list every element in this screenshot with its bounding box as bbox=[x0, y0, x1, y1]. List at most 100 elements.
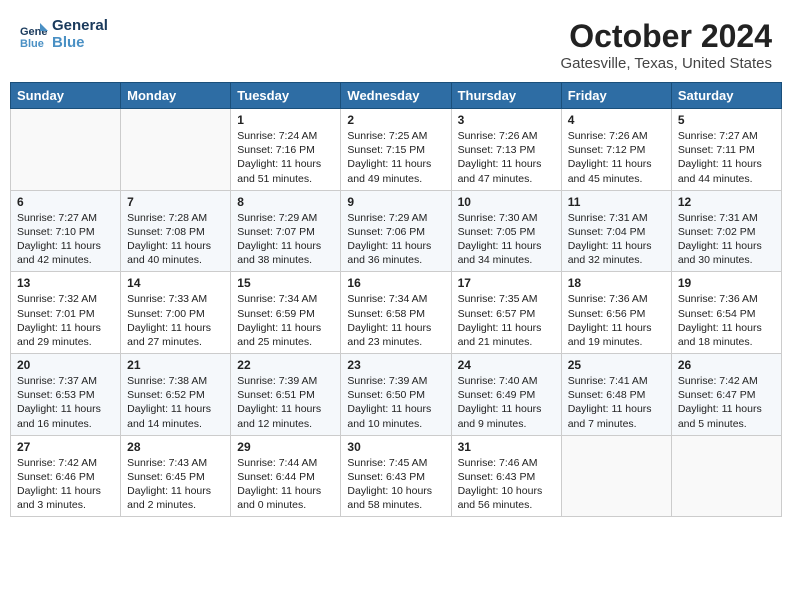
calendar-cell: 2 Sunrise: 7:25 AM Sunset: 7:15 PM Daylig… bbox=[341, 109, 451, 191]
day-number: 29 bbox=[237, 440, 334, 454]
day-info: Sunrise: 7:41 AM Sunset: 6:48 PM Dayligh… bbox=[568, 374, 665, 431]
calendar-cell: 28 Sunrise: 7:43 AM Sunset: 6:45 PM Dayli… bbox=[121, 435, 231, 517]
day-info: Sunrise: 7:28 AM Sunset: 7:08 PM Dayligh… bbox=[127, 211, 224, 268]
day-info: Sunrise: 7:40 AM Sunset: 6:49 PM Dayligh… bbox=[458, 374, 555, 431]
day-number: 11 bbox=[568, 195, 665, 209]
day-info: Sunrise: 7:25 AM Sunset: 7:15 PM Dayligh… bbox=[347, 129, 444, 186]
day-number: 25 bbox=[568, 358, 665, 372]
calendar-week-row: 6 Sunrise: 7:27 AM Sunset: 7:10 PM Daylig… bbox=[11, 190, 782, 272]
day-number: 12 bbox=[678, 195, 775, 209]
day-number: 15 bbox=[237, 276, 334, 290]
day-number: 19 bbox=[678, 276, 775, 290]
calendar-cell: 31 Sunrise: 7:46 AM Sunset: 6:43 PM Dayli… bbox=[451, 435, 561, 517]
logo-icon: General Blue bbox=[20, 21, 48, 49]
calendar-cell: 6 Sunrise: 7:27 AM Sunset: 7:10 PM Daylig… bbox=[11, 190, 121, 272]
weekday-header: Wednesday bbox=[341, 83, 451, 109]
day-number: 20 bbox=[17, 358, 114, 372]
weekday-header: Sunday bbox=[11, 83, 121, 109]
day-info: Sunrise: 7:29 AM Sunset: 7:07 PM Dayligh… bbox=[237, 211, 334, 268]
calendar-cell: 30 Sunrise: 7:45 AM Sunset: 6:43 PM Dayli… bbox=[341, 435, 451, 517]
day-number: 27 bbox=[17, 440, 114, 454]
calendar-cell: 12 Sunrise: 7:31 AM Sunset: 7:02 PM Dayli… bbox=[671, 190, 781, 272]
calendar-cell: 3Sunrise: 7:26 AM Sunset: 7:13 PM Daylig… bbox=[451, 109, 561, 191]
day-info: Sunrise: 7:36 AM Sunset: 6:56 PM Dayligh… bbox=[568, 292, 665, 349]
calendar-cell: 24 Sunrise: 7:40 AM Sunset: 6:49 PM Dayli… bbox=[451, 354, 561, 436]
page-header: General Blue General Blue October 2024 G… bbox=[10, 10, 782, 76]
header-row: SundayMondayTuesdayWednesdayThursdayFrid… bbox=[11, 83, 782, 109]
day-info: Sunrise: 7:42 AM Sunset: 6:47 PM Dayligh… bbox=[678, 374, 775, 431]
calendar-table: SundayMondayTuesdayWednesdayThursdayFrid… bbox=[10, 82, 782, 517]
calendar-cell: 21 Sunrise: 7:38 AM Sunset: 6:52 PM Dayli… bbox=[121, 354, 231, 436]
day-info: Sunrise: 7:24 AM Sunset: 7:16 PM Dayligh… bbox=[237, 129, 334, 186]
day-info: Sunrise: 7:44 AM Sunset: 6:44 PM Dayligh… bbox=[237, 456, 334, 513]
day-number: 30 bbox=[347, 440, 444, 454]
day-info: Sunrise: 7:45 AM Sunset: 6:43 PM Dayligh… bbox=[347, 456, 444, 513]
calendar-cell: 16Sunrise: 7:34 AM Sunset: 6:58 PM Dayli… bbox=[341, 272, 451, 354]
day-info: Sunrise: 7:46 AM Sunset: 6:43 PM Dayligh… bbox=[458, 456, 555, 513]
day-number: 6 bbox=[17, 195, 114, 209]
day-number: 28 bbox=[127, 440, 224, 454]
calendar-cell: 14Sunrise: 7:33 AM Sunset: 7:00 PM Dayli… bbox=[121, 272, 231, 354]
calendar-week-row: 20 Sunrise: 7:37 AM Sunset: 6:53 PM Dayli… bbox=[11, 354, 782, 436]
day-info: Sunrise: 7:27 AM Sunset: 7:11 PM Dayligh… bbox=[678, 129, 775, 186]
day-number: 17 bbox=[458, 276, 555, 290]
calendar-cell: 29 Sunrise: 7:44 AM Sunset: 6:44 PM Dayli… bbox=[231, 435, 341, 517]
day-info: Sunrise: 7:42 AM Sunset: 6:46 PM Dayligh… bbox=[17, 456, 114, 513]
calendar-cell: 20 Sunrise: 7:37 AM Sunset: 6:53 PM Dayli… bbox=[11, 354, 121, 436]
calendar-cell bbox=[121, 109, 231, 191]
calendar-cell: 15 Sunrise: 7:34 AM Sunset: 6:59 PM Dayli… bbox=[231, 272, 341, 354]
day-number: 10 bbox=[458, 195, 555, 209]
calendar-cell: 8 Sunrise: 7:29 AM Sunset: 7:07 PM Daylig… bbox=[231, 190, 341, 272]
day-number: 26 bbox=[678, 358, 775, 372]
calendar-cell: 19 Sunrise: 7:36 AM Sunset: 6:54 PM Dayli… bbox=[671, 272, 781, 354]
day-info: Sunrise: 7:36 AM Sunset: 6:54 PM Dayligh… bbox=[678, 292, 775, 349]
day-number: 5 bbox=[678, 113, 775, 127]
day-info: Sunrise: 7:31 AM Sunset: 7:02 PM Dayligh… bbox=[678, 211, 775, 268]
day-number: 24 bbox=[458, 358, 555, 372]
day-info: Sunrise: 7:31 AM Sunset: 7:04 PM Dayligh… bbox=[568, 211, 665, 268]
calendar-cell: 22Sunrise: 7:39 AM Sunset: 6:51 PM Dayli… bbox=[231, 354, 341, 436]
weekday-header: Monday bbox=[121, 83, 231, 109]
day-info: Sunrise: 7:39 AM Sunset: 6:50 PM Dayligh… bbox=[347, 374, 444, 431]
calendar-cell: 5 Sunrise: 7:27 AM Sunset: 7:11 PM Daylig… bbox=[671, 109, 781, 191]
day-number: 16 bbox=[347, 276, 444, 290]
calendar-cell: 9Sunrise: 7:29 AM Sunset: 7:06 PM Daylig… bbox=[341, 190, 451, 272]
day-info: Sunrise: 7:37 AM Sunset: 6:53 PM Dayligh… bbox=[17, 374, 114, 431]
calendar-cell: 26 Sunrise: 7:42 AM Sunset: 6:47 PM Dayli… bbox=[671, 354, 781, 436]
day-info: Sunrise: 7:27 AM Sunset: 7:10 PM Dayligh… bbox=[17, 211, 114, 268]
day-info: Sunrise: 7:38 AM Sunset: 6:52 PM Dayligh… bbox=[127, 374, 224, 431]
calendar-cell: 1 Sunrise: 7:24 AM Sunset: 7:16 PM Daylig… bbox=[231, 109, 341, 191]
calendar-cell bbox=[561, 435, 671, 517]
day-info: Sunrise: 7:32 AM Sunset: 7:01 PM Dayligh… bbox=[17, 292, 114, 349]
weekday-header: Thursday bbox=[451, 83, 561, 109]
weekday-header: Tuesday bbox=[231, 83, 341, 109]
day-info: Sunrise: 7:39 AM Sunset: 6:51 PM Dayligh… bbox=[237, 374, 334, 431]
weekday-header: Friday bbox=[561, 83, 671, 109]
calendar-week-row: 1 Sunrise: 7:24 AM Sunset: 7:16 PM Daylig… bbox=[11, 109, 782, 191]
day-number: 8 bbox=[237, 195, 334, 209]
day-info: Sunrise: 7:33 AM Sunset: 7:00 PM Dayligh… bbox=[127, 292, 224, 349]
calendar-cell bbox=[11, 109, 121, 191]
page-subtitle: Gatesville, Texas, United States bbox=[561, 55, 773, 72]
day-number: 31 bbox=[458, 440, 555, 454]
day-number: 18 bbox=[568, 276, 665, 290]
calendar-cell: 27 Sunrise: 7:42 AM Sunset: 6:46 PM Dayli… bbox=[11, 435, 121, 517]
day-number: 1 bbox=[237, 113, 334, 127]
calendar-cell: 18 Sunrise: 7:36 AM Sunset: 6:56 PM Dayli… bbox=[561, 272, 671, 354]
day-number: 21 bbox=[127, 358, 224, 372]
calendar-week-row: 13Sunrise: 7:32 AM Sunset: 7:01 PM Dayli… bbox=[11, 272, 782, 354]
day-info: Sunrise: 7:43 AM Sunset: 6:45 PM Dayligh… bbox=[127, 456, 224, 513]
day-info: Sunrise: 7:35 AM Sunset: 6:57 PM Dayligh… bbox=[458, 292, 555, 349]
day-info: Sunrise: 7:26 AM Sunset: 7:13 PM Dayligh… bbox=[458, 129, 555, 186]
day-number: 4 bbox=[568, 113, 665, 127]
calendar-cell bbox=[671, 435, 781, 517]
day-info: Sunrise: 7:26 AM Sunset: 7:12 PM Dayligh… bbox=[568, 129, 665, 186]
day-info: Sunrise: 7:34 AM Sunset: 6:59 PM Dayligh… bbox=[237, 292, 334, 349]
svg-text:Blue: Blue bbox=[20, 38, 44, 49]
day-number: 23 bbox=[347, 358, 444, 372]
day-number: 2 bbox=[347, 113, 444, 127]
calendar-cell: 17 Sunrise: 7:35 AM Sunset: 6:57 PM Dayli… bbox=[451, 272, 561, 354]
calendar-cell: 13Sunrise: 7:32 AM Sunset: 7:01 PM Dayli… bbox=[11, 272, 121, 354]
calendar-cell: 25 Sunrise: 7:41 AM Sunset: 6:48 PM Dayli… bbox=[561, 354, 671, 436]
logo-line1: General bbox=[52, 18, 108, 35]
